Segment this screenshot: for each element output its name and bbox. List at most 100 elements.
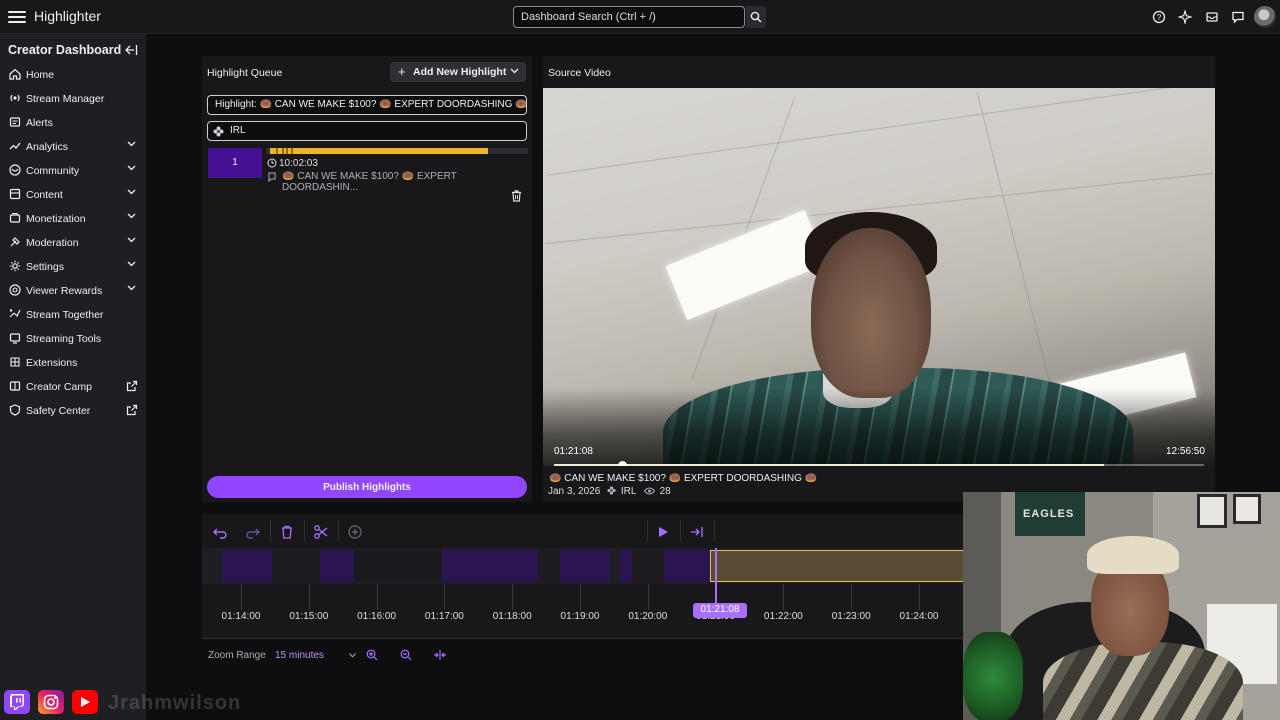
sidebar-item-alerts[interactable]: Alerts [0,111,146,135]
video-category[interactable]: IRL [621,486,636,497]
publish-highlights-button[interactable]: Publish Highlights [207,476,527,498]
seek-bar-loaded [554,464,1104,466]
tick-line [851,584,853,610]
chevron-down-icon[interactable] [127,285,136,291]
chevron-down-icon[interactable] [127,213,136,219]
highlight-segment[interactable] [320,550,354,582]
sidebar-item-label: Home [26,69,55,81]
search-button[interactable] [746,6,766,28]
sidebar-item-content[interactable]: Content [0,183,146,207]
toolbar-divider [304,520,305,542]
highlight-segment[interactable] [442,550,538,582]
clip-number[interactable]: 1 [208,148,262,178]
sidebar-item-home[interactable]: Home [0,63,146,87]
sidebar-item-viewer-rewards[interactable]: Viewer Rewards [0,279,146,303]
highlight-title-field[interactable]: Highlight: 🍩 CAN WE MAKE $100? 🍩 EXPERT … [207,95,527,115]
streaming-tools-icon [9,333,21,344]
delete-icon[interactable] [279,524,295,540]
source-video-panel: Source Video 01:21:08 12:56:50 2X 🍩 CAN … [543,56,1215,502]
sidebar-item-extensions[interactable]: Extensions [0,351,146,375]
sidebar-item-label: Analytics [26,141,69,153]
undo-icon[interactable] [212,524,228,540]
highlight-segment[interactable] [560,550,610,582]
zoom-range-select[interactable]: 15 minutes [275,650,356,661]
sidebar-item-moderation[interactable]: Moderation [0,231,146,255]
chevron-down-icon[interactable] [127,141,136,147]
tick-label: 01:24:00 [899,611,939,622]
sidebar-item-label: Safety Center [26,405,91,417]
whispers-icon[interactable] [1231,10,1245,24]
webcam-poster-text: EAGLES [1023,508,1075,520]
timeline-segment [272,550,320,582]
clip-range-bar[interactable] [266,148,528,154]
monetization-icon [9,212,21,223]
video-meta: Jan 3, 2026 IRL 28 [548,486,671,497]
sidebar-item-monetization[interactable]: Monetization [0,207,146,231]
chevron-down-icon [348,653,356,658]
zoom-out-icon[interactable] [400,649,412,661]
sidebar-item-stream-together[interactable]: Stream Together [0,303,146,327]
toolbar-divider [270,520,271,542]
plus-icon: + [398,64,406,79]
sidebar-item-label: Monetization [26,213,86,225]
chevron-down-icon[interactable] [127,261,136,267]
sidebar-item-stream-manager[interactable]: Stream Manager [0,87,146,111]
app-title: Highlighter [34,8,101,24]
collapse-sidebar-icon[interactable] [124,44,138,56]
stream-together-icon [9,309,21,318]
avatar[interactable] [1254,6,1276,28]
playhead[interactable] [715,548,717,606]
sparkle-icon[interactable] [1178,10,1192,24]
seek-handle[interactable] [617,461,627,466]
scissors-icon[interactable] [313,524,329,540]
ceiling-grid [546,88,1212,176]
highlight-segment[interactable] [620,550,632,582]
sidebar-item-label: Creator Camp [26,381,92,393]
instagram-icon [38,690,64,714]
playhead-time[interactable]: 01:21:08 [693,603,747,618]
moderation-icon [10,237,20,247]
highlight-segment[interactable] [664,550,710,582]
chevron-down-icon[interactable] [510,68,519,74]
add-clip-icon[interactable] [347,524,363,540]
trash-icon[interactable] [511,190,522,202]
view-count: 28 [659,486,671,497]
seek-bar[interactable] [554,461,1204,466]
chevron-down-icon[interactable] [127,189,136,195]
eye-icon [643,487,655,495]
inbox-icon[interactable] [1205,10,1219,24]
top-bar: Highlighter Dashboard Search (Ctrl + /) … [0,0,1280,34]
ceiling-grid [976,92,1051,384]
sidebar-item-safety-center[interactable]: Safety Center [0,399,146,423]
jump-to-end-icon[interactable] [689,524,705,540]
menu-icon[interactable] [8,8,26,24]
tick-label: 01:15:00 [289,611,329,622]
sidebar-item-creator-camp[interactable]: Creator Camp [0,375,146,399]
tick-line [444,584,446,610]
category-icon [607,486,616,495]
fit-timeline-icon[interactable] [433,649,447,661]
sidebar-item-community[interactable]: Community [0,159,146,183]
timeline-segment [632,550,664,582]
extensions-icon [10,357,20,367]
redo-icon[interactable] [245,524,261,540]
stream-manager-icon [10,94,20,102]
social-handle: Jrahmwilson [108,692,242,714]
sidebar-item-label: Settings [26,261,64,273]
sidebar-item-analytics[interactable]: Analytics [0,135,146,159]
help-icon[interactable]: ? [1152,10,1166,24]
clock-icon [267,158,277,168]
sidebar-item-settings[interactable]: Settings [0,255,146,279]
sidebar-item-streaming-tools[interactable]: Streaming Tools [0,327,146,351]
highlight-segment[interactable] [222,550,272,582]
zoom-range-label: Zoom Range [208,650,266,661]
add-new-highlight-button[interactable]: + Add New Highlight [390,62,526,82]
video-date: Jan 3, 2026 [548,486,601,497]
play-icon[interactable] [655,524,671,540]
category-field[interactable]: IRL [207,121,527,141]
search-input[interactable]: Dashboard Search (Ctrl + /) [513,6,745,28]
zoom-in-icon[interactable] [366,649,378,661]
video-player[interactable]: 01:21:08 12:56:50 2X [543,88,1215,466]
chevron-down-icon[interactable] [127,165,136,171]
chevron-down-icon[interactable] [127,237,136,243]
